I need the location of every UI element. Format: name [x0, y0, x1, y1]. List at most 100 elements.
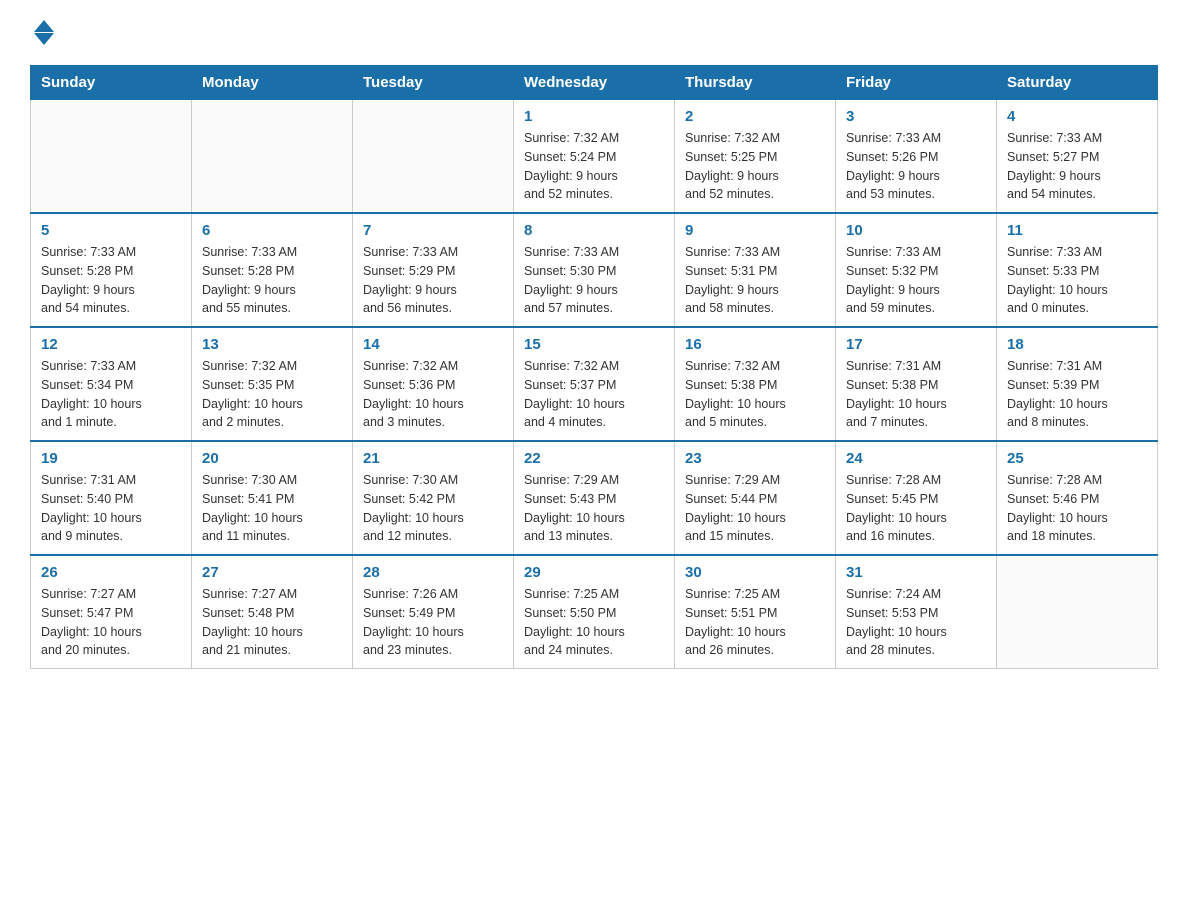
day-info: Sunrise: 7:33 AMSunset: 5:26 PMDaylight:… [846, 129, 986, 204]
weekday-header-monday: Monday [192, 66, 353, 100]
day-number: 24 [846, 450, 986, 467]
day-number: 30 [685, 564, 825, 581]
day-number: 28 [363, 564, 503, 581]
day-number: 16 [685, 336, 825, 353]
calendar-week-row: 12 Sunrise: 7:33 AMSunset: 5:34 PMDayligh… [31, 327, 1158, 441]
day-info: Sunrise: 7:27 AMSunset: 5:48 PMDaylight:… [202, 585, 342, 660]
day-info: Sunrise: 7:24 AMSunset: 5:53 PMDaylight:… [846, 585, 986, 660]
calendar-cell: 7 Sunrise: 7:33 AMSunset: 5:29 PMDaylight… [353, 213, 514, 327]
calendar-cell: 5 Sunrise: 7:33 AMSunset: 5:28 PMDaylight… [31, 213, 192, 327]
day-info: Sunrise: 7:33 AMSunset: 5:31 PMDaylight:… [685, 243, 825, 318]
weekday-header-friday: Friday [836, 66, 997, 100]
day-number: 21 [363, 450, 503, 467]
day-number: 12 [41, 336, 181, 353]
day-info: Sunrise: 7:33 AMSunset: 5:27 PMDaylight:… [1007, 129, 1147, 204]
calendar-cell [192, 100, 353, 214]
weekday-header-tuesday: Tuesday [353, 66, 514, 100]
day-info: Sunrise: 7:31 AMSunset: 5:40 PMDaylight:… [41, 471, 181, 546]
day-number: 10 [846, 222, 986, 239]
day-number: 27 [202, 564, 342, 581]
logo [30, 20, 54, 45]
day-info: Sunrise: 7:25 AMSunset: 5:51 PMDaylight:… [685, 585, 825, 660]
day-number: 7 [363, 222, 503, 239]
weekday-header-thursday: Thursday [675, 66, 836, 100]
day-number: 11 [1007, 222, 1147, 239]
weekday-header-wednesday: Wednesday [514, 66, 675, 100]
day-info: Sunrise: 7:32 AMSunset: 5:35 PMDaylight:… [202, 357, 342, 432]
day-number: 8 [524, 222, 664, 239]
day-number: 2 [685, 108, 825, 125]
calendar-cell: 18 Sunrise: 7:31 AMSunset: 5:39 PMDayligh… [997, 327, 1158, 441]
day-number: 13 [202, 336, 342, 353]
day-info: Sunrise: 7:29 AMSunset: 5:44 PMDaylight:… [685, 471, 825, 546]
calendar-cell [31, 100, 192, 214]
calendar-cell: 28Sunrise: 7:26 AMSunset: 5:49 PMDayligh… [353, 555, 514, 669]
day-number: 1 [524, 108, 664, 125]
calendar-week-row: 1Sunrise: 7:32 AMSunset: 5:24 PMDaylight… [31, 100, 1158, 214]
calendar-cell: 30 Sunrise: 7:25 AMSunset: 5:51 PMDayligh… [675, 555, 836, 669]
day-info: Sunrise: 7:33 AMSunset: 5:29 PMDaylight:… [363, 243, 503, 318]
day-info: Sunrise: 7:31 AMSunset: 5:38 PMDaylight:… [846, 357, 986, 432]
calendar-cell: 21 Sunrise: 7:30 AMSunset: 5:42 PMDayligh… [353, 441, 514, 555]
day-number: 18 [1007, 336, 1147, 353]
calendar-cell: 3 Sunrise: 7:33 AMSunset: 5:26 PMDaylight… [836, 100, 997, 214]
calendar-cell: 24 Sunrise: 7:28 AMSunset: 5:45 PMDayligh… [836, 441, 997, 555]
calendar-cell: 19 Sunrise: 7:31 AMSunset: 5:40 PMDayligh… [31, 441, 192, 555]
day-info: Sunrise: 7:30 AMSunset: 5:41 PMDaylight:… [202, 471, 342, 546]
calendar-cell: 23 Sunrise: 7:29 AMSunset: 5:44 PMDayligh… [675, 441, 836, 555]
day-number: 25 [1007, 450, 1147, 467]
day-info: Sunrise: 7:33 AMSunset: 5:28 PMDaylight:… [41, 243, 181, 318]
day-info: Sunrise: 7:25 AMSunset: 5:50 PMDaylight:… [524, 585, 664, 660]
day-number: 22 [524, 450, 664, 467]
calendar-header-row: SundayMondayTuesdayWednesdayThursdayFrid… [31, 66, 1158, 100]
day-number: 31 [846, 564, 986, 581]
day-info: Sunrise: 7:30 AMSunset: 5:42 PMDaylight:… [363, 471, 503, 546]
day-info: Sunrise: 7:33 AMSunset: 5:34 PMDaylight:… [41, 357, 181, 432]
day-number: 19 [41, 450, 181, 467]
calendar-cell: 4 Sunrise: 7:33 AMSunset: 5:27 PMDaylight… [997, 100, 1158, 214]
calendar-cell: 9 Sunrise: 7:33 AMSunset: 5:31 PMDaylight… [675, 213, 836, 327]
day-info: Sunrise: 7:32 AMSunset: 5:36 PMDaylight:… [363, 357, 503, 432]
calendar-cell [353, 100, 514, 214]
day-number: 23 [685, 450, 825, 467]
day-number: 26 [41, 564, 181, 581]
calendar-cell [997, 555, 1158, 669]
calendar-cell: 22 Sunrise: 7:29 AMSunset: 5:43 PMDayligh… [514, 441, 675, 555]
day-info: Sunrise: 7:28 AMSunset: 5:46 PMDaylight:… [1007, 471, 1147, 546]
calendar-cell: 1Sunrise: 7:32 AMSunset: 5:24 PMDaylight… [514, 100, 675, 214]
day-info: Sunrise: 7:29 AMSunset: 5:43 PMDaylight:… [524, 471, 664, 546]
calendar-cell: 8 Sunrise: 7:33 AMSunset: 5:30 PMDaylight… [514, 213, 675, 327]
calendar-cell: 10 Sunrise: 7:33 AMSunset: 5:32 PMDayligh… [836, 213, 997, 327]
calendar-cell: 29Sunrise: 7:25 AMSunset: 5:50 PMDayligh… [514, 555, 675, 669]
day-number: 9 [685, 222, 825, 239]
day-info: Sunrise: 7:27 AMSunset: 5:47 PMDaylight:… [41, 585, 181, 660]
weekday-header-saturday: Saturday [997, 66, 1158, 100]
day-number: 4 [1007, 108, 1147, 125]
calendar-cell: 11Sunrise: 7:33 AMSunset: 5:33 PMDayligh… [997, 213, 1158, 327]
calendar-cell: 26 Sunrise: 7:27 AMSunset: 5:47 PMDayligh… [31, 555, 192, 669]
day-number: 20 [202, 450, 342, 467]
calendar-cell: 15Sunrise: 7:32 AMSunset: 5:37 PMDayligh… [514, 327, 675, 441]
day-info: Sunrise: 7:33 AMSunset: 5:30 PMDaylight:… [524, 243, 664, 318]
day-number: 5 [41, 222, 181, 239]
calendar-cell: 13 Sunrise: 7:32 AMSunset: 5:35 PMDayligh… [192, 327, 353, 441]
calendar-cell: 27 Sunrise: 7:27 AMSunset: 5:48 PMDayligh… [192, 555, 353, 669]
calendar-cell: 17Sunrise: 7:31 AMSunset: 5:38 PMDayligh… [836, 327, 997, 441]
calendar-cell: 31 Sunrise: 7:24 AMSunset: 5:53 PMDayligh… [836, 555, 997, 669]
calendar-week-row: 5 Sunrise: 7:33 AMSunset: 5:28 PMDaylight… [31, 213, 1158, 327]
calendar-cell: 25 Sunrise: 7:28 AMSunset: 5:46 PMDayligh… [997, 441, 1158, 555]
day-info: Sunrise: 7:32 AMSunset: 5:38 PMDaylight:… [685, 357, 825, 432]
day-info: Sunrise: 7:31 AMSunset: 5:39 PMDaylight:… [1007, 357, 1147, 432]
day-number: 3 [846, 108, 986, 125]
day-info: Sunrise: 7:33 AMSunset: 5:32 PMDaylight:… [846, 243, 986, 318]
calendar-week-row: 19 Sunrise: 7:31 AMSunset: 5:40 PMDayligh… [31, 441, 1158, 555]
day-info: Sunrise: 7:32 AMSunset: 5:25 PMDaylight:… [685, 129, 825, 204]
weekday-header-sunday: Sunday [31, 66, 192, 100]
calendar-cell: 6Sunrise: 7:33 AMSunset: 5:28 PMDaylight… [192, 213, 353, 327]
calendar-cell: 12 Sunrise: 7:33 AMSunset: 5:34 PMDayligh… [31, 327, 192, 441]
calendar-cell: 14Sunrise: 7:32 AMSunset: 5:36 PMDayligh… [353, 327, 514, 441]
calendar-week-row: 26 Sunrise: 7:27 AMSunset: 5:47 PMDayligh… [31, 555, 1158, 669]
calendar-cell: 16 Sunrise: 7:32 AMSunset: 5:38 PMDayligh… [675, 327, 836, 441]
day-info: Sunrise: 7:28 AMSunset: 5:45 PMDaylight:… [846, 471, 986, 546]
calendar-cell: 2 Sunrise: 7:32 AMSunset: 5:25 PMDaylight… [675, 100, 836, 214]
